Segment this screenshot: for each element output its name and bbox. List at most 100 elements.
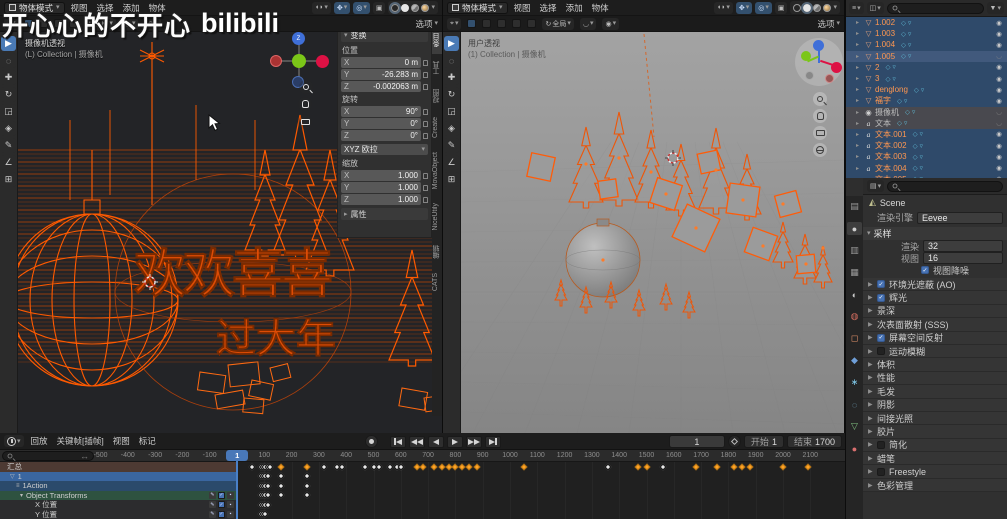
orientation-dropdown[interactable]: ↻ 全局▾ (542, 18, 573, 30)
scale-y-field[interactable]: Y1.000 (341, 182, 421, 193)
expand-icon[interactable]: ▸ (856, 97, 862, 104)
tool-cursor-icon[interactable]: ◌ (1, 53, 16, 68)
properties-tab-render[interactable]: ● (847, 222, 862, 235)
axis-x-neg-ball[interactable] (270, 55, 282, 67)
keying-set-icon[interactable] (728, 435, 741, 448)
n-panel-tab-MovaObject[interactable]: MovaObject (432, 145, 443, 196)
axis-z-ball[interactable] (813, 40, 824, 51)
outliner-row[interactable]: ▸ ◉ 摄像机 ◇▿ ◡ (846, 107, 1007, 118)
outliner-row[interactable]: ▸ a 文本.004 ◇▿ ◉ (846, 162, 1007, 173)
next-keyframe-button[interactable] (466, 436, 482, 448)
keyframe[interactable] (277, 463, 284, 470)
menu-item[interactable]: 添加 (123, 2, 140, 14)
filter-funnel-icon[interactable]: ▼▾ (987, 2, 1004, 14)
n-panel-tab-工具[interactable]: 工具 (432, 54, 443, 82)
menu-item[interactable]: 物体 (149, 2, 166, 14)
toggle-2[interactable] (39, 19, 48, 28)
visibility-eye-icon[interactable]: ◉ (994, 75, 1004, 83)
section-checkbox[interactable]: ✓ (877, 280, 885, 288)
prev-keyframe-button[interactable] (409, 436, 425, 448)
properties-tab-scene[interactable]: ◐ (847, 288, 862, 301)
tool-scale-icon[interactable]: ◲ (444, 104, 459, 119)
outliner-display-dropdown[interactable]: ≡▾ (849, 2, 864, 14)
axis-y-ball[interactable] (801, 51, 811, 61)
select-mode-toggle[interactable] (24, 19, 33, 28)
keyframe[interactable] (739, 463, 746, 470)
shading-material-icon[interactable] (411, 4, 419, 12)
tool-annotate-icon[interactable]: ✎ (444, 138, 459, 153)
outliner-filter-dropdown[interactable]: ◫▾ (867, 2, 884, 14)
keyframe[interactable] (474, 463, 481, 470)
camera-view-icon[interactable] (298, 115, 312, 129)
tool-measure-icon[interactable]: ∠ (444, 155, 459, 170)
visibility-eye-icon[interactable]: ◡ (994, 108, 1004, 116)
scale-x-field[interactable]: X1.000 (341, 170, 421, 181)
location-x-field[interactable]: X0 m (341, 57, 421, 68)
menu-item[interactable]: 回放 (31, 435, 48, 447)
expand-icon[interactable]: ▸ (856, 131, 862, 138)
section-景深[interactable]: ▶景深 (863, 305, 1007, 318)
outliner-row[interactable]: ▸ ▽ 3 ◇▿ ◉ (846, 73, 1007, 84)
section-间接光照[interactable]: ▶间接光照 (863, 412, 1007, 425)
expand-icon[interactable]: ▸ (856, 19, 862, 26)
keyframe[interactable] (419, 463, 426, 470)
pan-hand-icon[interactable] (298, 97, 312, 111)
tool-transform-icon[interactable]: ◈ (1, 121, 16, 136)
menu-item[interactable]: 物体 (592, 2, 609, 14)
object-mode-dropdown[interactable]: 物体模式 ▾ (4, 2, 65, 14)
keyframe[interactable] (714, 463, 721, 470)
n-panel-tab-编辑[interactable]: 编辑 (432, 238, 443, 266)
channel-rows[interactable]: 汇总 ▽ 1 ≡ 1Action ▾ Object Transforms✎✓▪ … (0, 462, 845, 519)
timeline-ruler[interactable]: -500-400-300-200-10010020030040050060070… (0, 450, 845, 462)
channel-summary[interactable]: 汇总 (0, 462, 237, 472)
current-frame-indicator[interactable]: 1 (226, 450, 248, 461)
section-Freestyle[interactable]: ▶Freestyle (863, 465, 1007, 478)
rotation-x-field[interactable]: X90° (341, 106, 421, 117)
shading-solid-icon[interactable] (401, 4, 409, 12)
section-checkbox[interactable] (877, 441, 885, 449)
outliner-row[interactable]: ▸ ▽ 1.004 ◇▿ ◉ (846, 39, 1007, 50)
engine-dropdown[interactable]: Eevee (917, 212, 1003, 224)
expand-icon[interactable]: ▸ (856, 109, 862, 116)
shading-solid-icon[interactable] (803, 4, 811, 12)
n-panel-tab-Create[interactable]: Create (432, 110, 443, 145)
rotation-mode-dropdown[interactable]: XYZ 欧拉▾ (341, 144, 428, 155)
visibility-eye-icon[interactable]: ◉ (994, 153, 1004, 161)
viewport-right[interactable]: 物体模式 ▾ 视图选择添加物体 ◖◗▾ ✥▾ ◎▾ ▣ ▾ ⌖▾ (443, 0, 845, 433)
outliner-row[interactable]: ▸ ▽ 1.002 ◇▿ ◉ (846, 17, 1007, 28)
tool-rotate-icon[interactable]: ↻ (444, 87, 459, 102)
proportional-edit-toggle[interactable]: ◉▾ (602, 18, 619, 30)
properties-tab-object-props[interactable]: ◻ (847, 332, 862, 345)
keyframe[interactable] (692, 463, 699, 470)
channel-action[interactable]: ≡ 1Action (0, 481, 237, 491)
camera-view-icon[interactable] (813, 126, 827, 140)
outliner-search-input[interactable] (887, 3, 984, 14)
keyframe[interactable] (303, 482, 310, 489)
axis-neg-ball[interactable] (805, 71, 814, 80)
lock-icon[interactable] (423, 109, 428, 115)
keyframe[interactable] (321, 463, 328, 470)
axis-z-ball[interactable]: Z (292, 32, 305, 45)
dope-sheet[interactable]: ▾ 回放关键帧[插帧]视图标记 1 开始1 结束1700 -500-400-30… (0, 433, 845, 519)
keyframe[interactable] (339, 463, 346, 470)
visibility-eye-icon[interactable]: ◡ (994, 119, 1004, 127)
section-屏幕空间反射[interactable]: ▶✓屏幕空间反射 (863, 332, 1007, 345)
keyframe[interactable] (375, 463, 382, 470)
rotation-y-field[interactable]: Y0° (341, 118, 421, 129)
axis-neg-ball2[interactable] (825, 74, 834, 83)
tool-add-cube-icon[interactable]: ⊞ (444, 172, 459, 187)
tool-scale-icon[interactable]: ◲ (1, 104, 16, 119)
navigation-gizmo[interactable] (795, 38, 843, 86)
expand-icon[interactable]: ▸ (856, 153, 862, 160)
pan-hand-icon[interactable] (813, 109, 827, 123)
frame-end-field[interactable]: 结束1700 (787, 435, 842, 448)
section-次表面散射 (SSS)[interactable]: ▶次表面散射 (SSS) (863, 318, 1007, 331)
jump-to-start-button[interactable] (390, 436, 406, 448)
location-y-field[interactable]: Y-26.283 m (341, 69, 421, 80)
section-毛发[interactable]: ▶毛发 (863, 385, 1007, 398)
channel-object[interactable]: ▽ 1 (0, 472, 237, 482)
location-z-field[interactable]: Z-0.002063 m (341, 81, 421, 92)
viewport-left[interactable]: 物体模式 ▾ 视图选择添加物体 ◖◗▾ ✥▾ ◎▾ ▣ ▾ ⌖▾ (0, 0, 443, 433)
play-button[interactable] (447, 436, 463, 448)
keyframe[interactable] (747, 463, 754, 470)
